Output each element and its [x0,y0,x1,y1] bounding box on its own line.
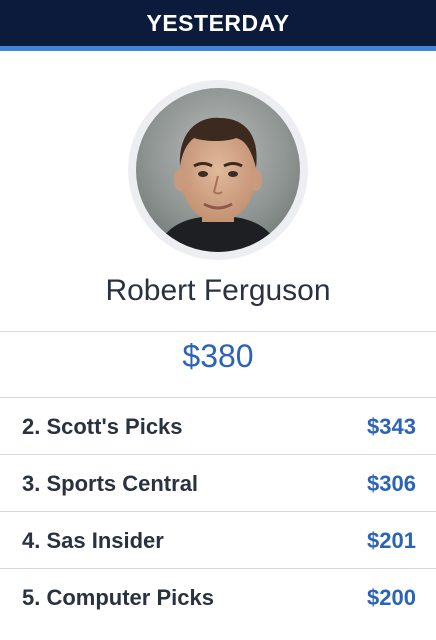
divider [0,331,436,332]
row-label: 2. Scott's Picks [22,413,183,439]
person-photo-icon [136,88,300,252]
row-value: $343 [367,413,416,439]
row-label: 4. Sas Insider [22,527,164,553]
row-label: 5. Computer Picks [22,584,214,610]
row-value: $306 [367,470,416,496]
row-label: 3. Sports Central [22,470,199,496]
row-value: $201 [367,527,416,553]
leaderboard-row[interactable]: 2. Scott's Picks $343 [0,398,436,455]
leaderboard-row[interactable]: 4. Sas Insider $201 [0,512,436,569]
row-value: $200 [367,584,416,610]
leaderboard-row[interactable]: 3. Sports Central $306 [0,455,436,512]
header-title: YESTERDAY [146,9,290,36]
winner-avatar[interactable] [136,88,300,252]
header-bar: YESTERDAY [0,0,436,46]
winner-name: Robert Ferguson [105,274,331,307]
leaderboard-row[interactable]: 5. Computer Picks $200 [0,569,436,626]
winner-amount: $380 [182,338,254,374]
header-accent-stripe [0,46,436,51]
